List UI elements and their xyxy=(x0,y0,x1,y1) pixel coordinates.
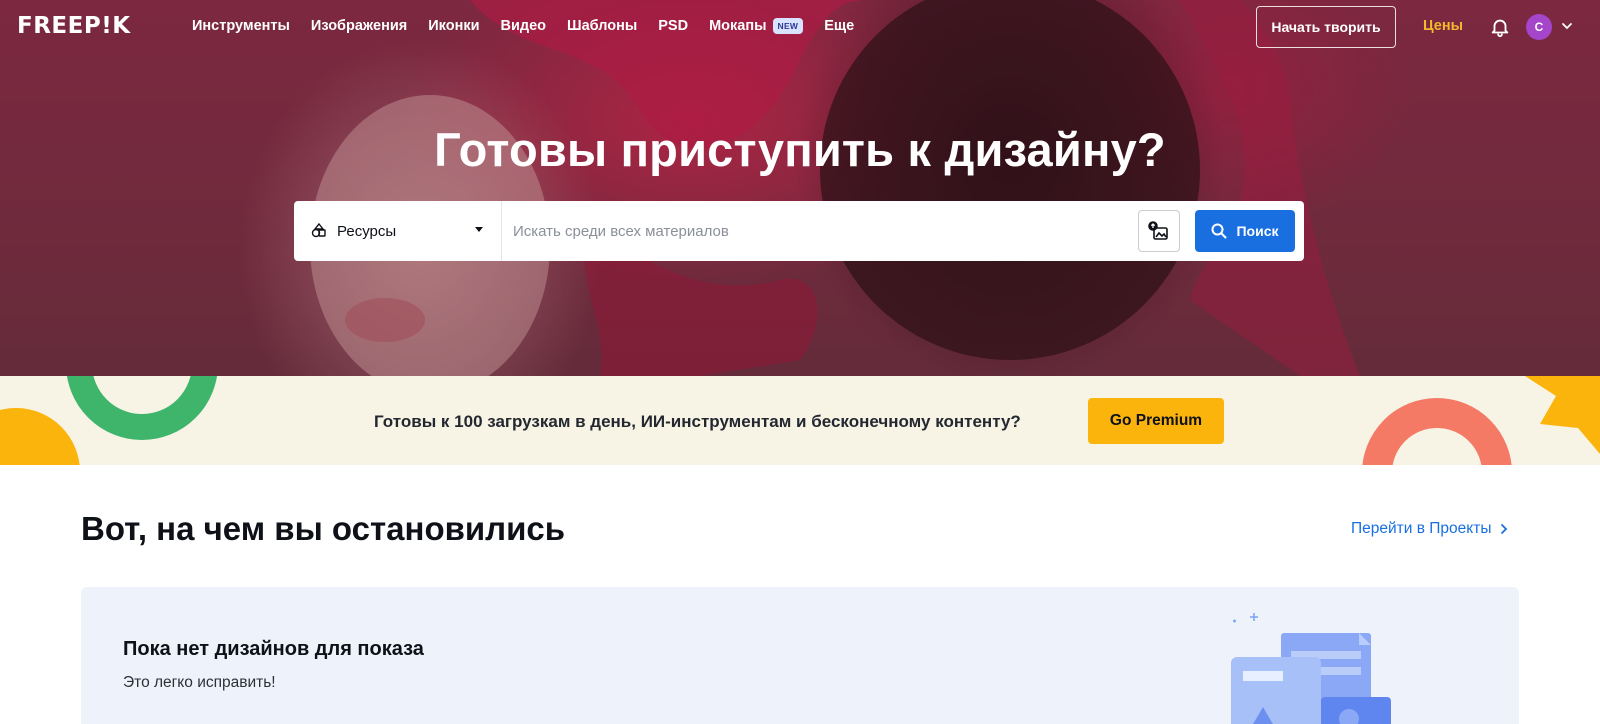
premium-promo-banner: Готовы к 100 загрузкам в день, ИИ-инстру… xyxy=(0,376,1600,465)
go-to-projects-link[interactable]: Перейти в Проекты xyxy=(1351,520,1509,538)
hero-overlay xyxy=(0,0,1600,376)
promo-text: Готовы к 100 загрузкам в день, ИИ-инстру… xyxy=(374,412,1021,431)
chevron-down-icon[interactable] xyxy=(1560,19,1574,33)
resources-icon xyxy=(311,222,326,238)
go-premium-button[interactable]: Go Premium xyxy=(1088,398,1224,444)
nav-link-tools[interactable]: Инструменты xyxy=(192,18,290,34)
empty-projects-card: Пока нет дизайнов для показа Это легко и… xyxy=(81,587,1519,724)
chevron-right-icon xyxy=(1501,524,1508,534)
image-search-button[interactable] xyxy=(1138,210,1180,252)
hero-banner: FREEP!K Инструменты Изображения Иконки В… xyxy=(0,0,1600,376)
search-button[interactable]: Поиск xyxy=(1195,210,1295,252)
go-to-projects-label: Перейти в Проекты xyxy=(1351,520,1492,537)
avatar[interactable]: С xyxy=(1526,14,1552,40)
resource-type-label: Ресурсы xyxy=(337,222,397,240)
bell-icon[interactable] xyxy=(1489,16,1511,38)
empty-designs-illustration xyxy=(1231,613,1391,724)
nav-link-mockups[interactable]: Мокапы NEW xyxy=(709,18,804,34)
top-navigation: FREEP!K Инструменты Изображения Иконки В… xyxy=(0,0,1600,54)
nav-link-more[interactable]: Еще xyxy=(824,18,854,34)
freepik-logo[interactable]: FREEP!K xyxy=(17,13,131,39)
search-bar: Ресурсы Поиск xyxy=(294,201,1304,261)
nav-link-video[interactable]: Видео xyxy=(501,18,547,34)
empty-state-subtitle: Это легко исправить! xyxy=(123,674,276,691)
start-creating-button[interactable]: Начать творить xyxy=(1256,6,1396,48)
search-icon xyxy=(1211,223,1227,239)
empty-state-title: Пока нет дизайнов для показа xyxy=(123,638,424,660)
section-title: Вот, на чем вы остановились xyxy=(81,510,566,547)
hero-title: Готовы приступить к дизайну? xyxy=(434,123,1166,176)
nav-link-templates[interactable]: Шаблоны xyxy=(567,18,637,34)
search-button-label: Поиск xyxy=(1236,223,1279,239)
caret-down-icon xyxy=(475,227,483,232)
resource-type-dropdown[interactable]: Ресурсы xyxy=(294,201,502,261)
image-upload-icon xyxy=(1148,221,1168,240)
nav-link-psd[interactable]: PSD xyxy=(658,18,688,34)
main-nav: Инструменты Изображения Иконки Видео Шаб… xyxy=(192,18,854,34)
pricing-link[interactable]: Цены xyxy=(1423,18,1463,34)
new-badge: NEW xyxy=(772,18,804,34)
search-input[interactable] xyxy=(502,201,1138,261)
nav-link-icons[interactable]: Иконки xyxy=(428,18,479,34)
nav-link-images[interactable]: Изображения xyxy=(311,18,407,34)
